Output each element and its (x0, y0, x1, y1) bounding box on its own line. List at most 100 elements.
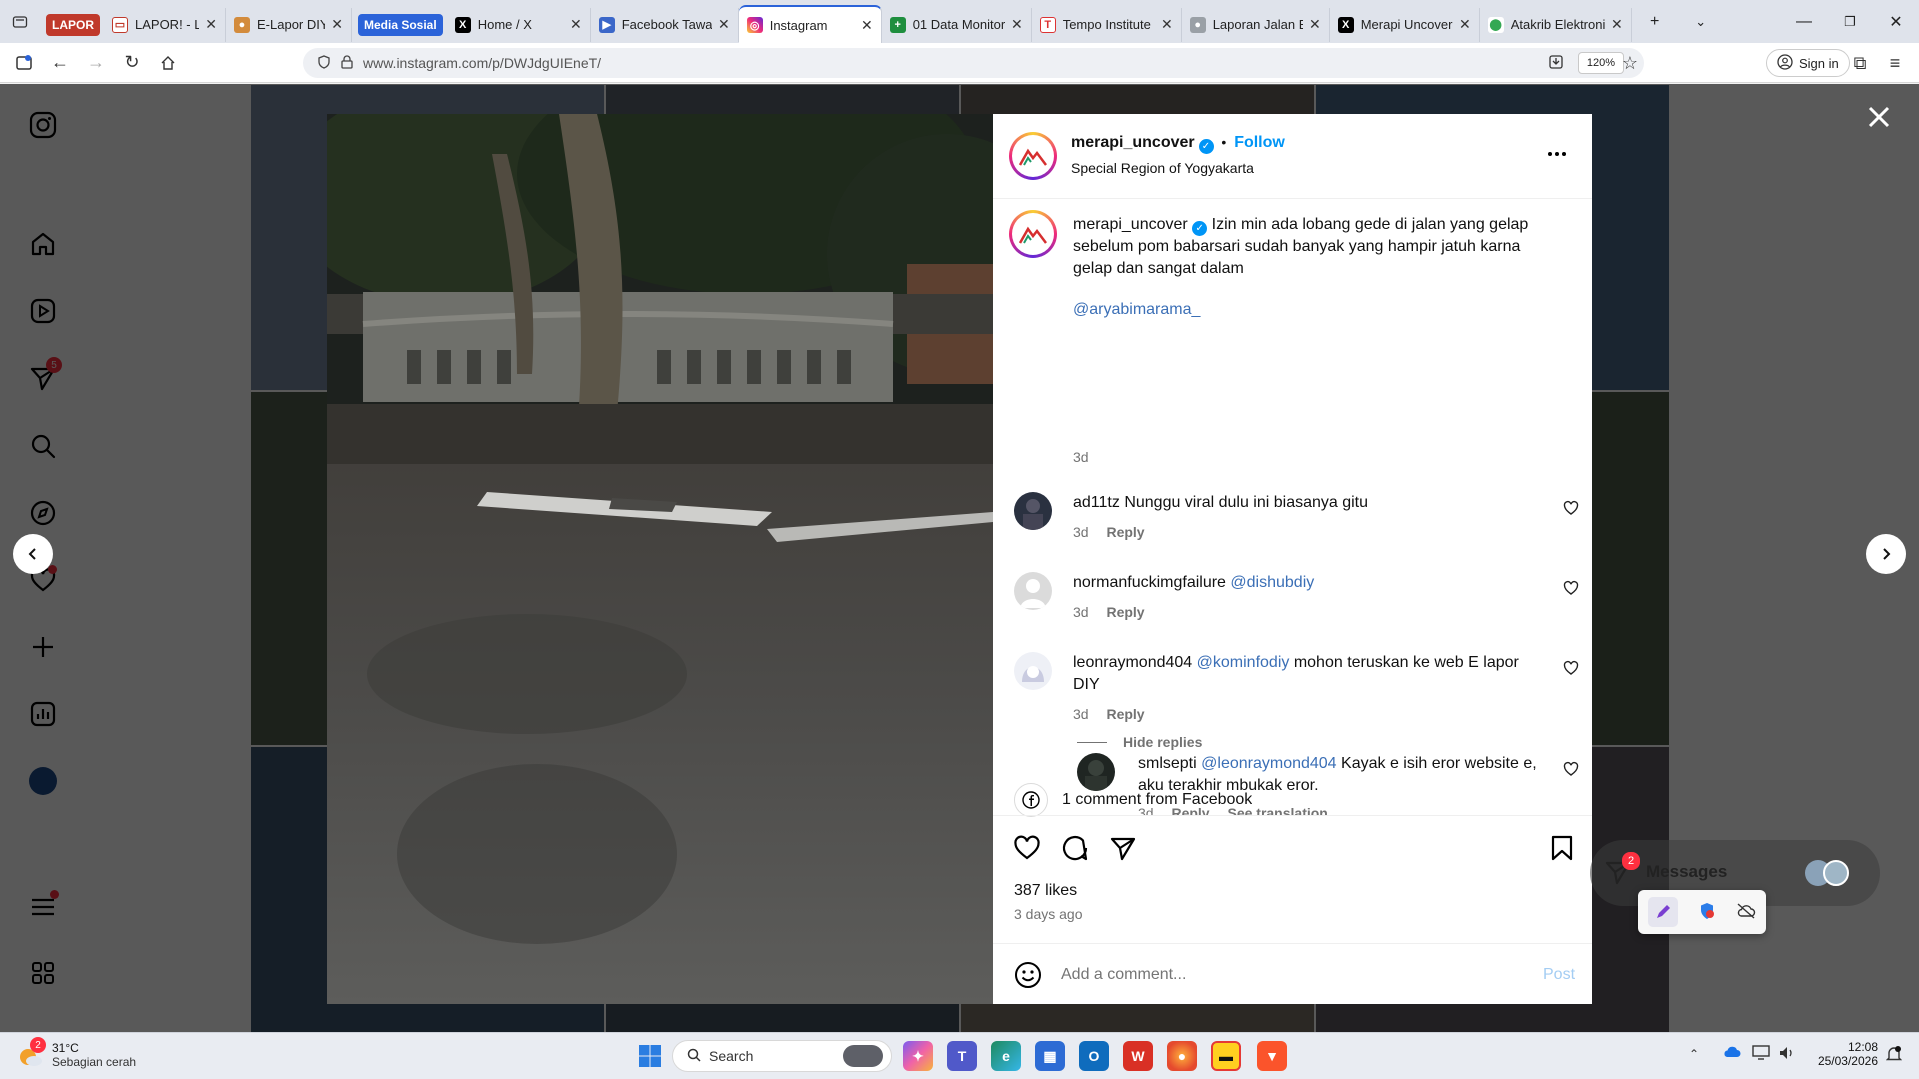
tab-close-icon[interactable]: ✕ (1161, 16, 1173, 33)
tab-group-lapor[interactable]: LAPOR (46, 13, 100, 36)
tab-group-media-sosial[interactable]: Media Sosial (358, 13, 443, 36)
author-username[interactable]: merapi_uncover (1071, 134, 1195, 151)
windows-start-icon[interactable] (635, 1041, 665, 1071)
hide-replies-toggle[interactable]: Hide replies (1077, 734, 1202, 750)
tab-facebook-tawark[interactable]: ▶ Facebook Tawark ✕ (591, 7, 739, 42)
caption-time[interactable]: 3d (1073, 449, 1089, 465)
copilot-icon[interactable]: ✦ (903, 1041, 933, 1071)
browser-menu-icon[interactable]: ≡ (1877, 45, 1913, 81)
restore-icon[interactable]: ❐ (1827, 0, 1873, 43)
tab-close-icon[interactable]: ✕ (570, 16, 582, 33)
comment-like-heart-icon[interactable] (1563, 660, 1579, 676)
tab-close-icon[interactable]: ✕ (861, 17, 873, 34)
previous-post-arrow-icon[interactable] (13, 534, 53, 574)
cloud-off-icon[interactable] (1736, 902, 1756, 922)
reply-button[interactable]: Reply (1106, 604, 1144, 620)
refresh-icon[interactable]: ↻ (114, 45, 150, 81)
tab-close-icon[interactable]: ✕ (1309, 16, 1321, 33)
post-date[interactable]: 3 days ago (1014, 906, 1083, 922)
extensions-icon[interactable]: ⧉ (1842, 45, 1878, 81)
comment-time[interactable]: 3d (1073, 604, 1089, 620)
tab-elapor-diy[interactable]: ● E-Lapor DIY - Be ✕ (226, 7, 352, 42)
reply-button[interactable]: Reply (1106, 524, 1144, 540)
tab-close-icon[interactable]: ✕ (1459, 16, 1471, 33)
caption-mention[interactable]: @aryabimarama_ (1073, 299, 1200, 321)
split-screen-icon[interactable] (6, 45, 42, 81)
brave-icon[interactable]: ▼ (1257, 1041, 1287, 1071)
tab-atakrib[interactable]: ⬤ Atakrib Elektronik ✕ (1480, 7, 1632, 42)
tab-laporan-jalan[interactable]: ● Laporan Jalan Be ✕ (1182, 7, 1330, 42)
follow-button[interactable]: Follow (1234, 134, 1285, 151)
tab-tempo-institute[interactable]: T Tempo Institute ✕ (1032, 7, 1182, 42)
tab-list-chevron-down-icon[interactable]: ⌄ (1678, 0, 1724, 43)
comment-time[interactable]: 3d (1073, 524, 1089, 540)
edge-icon[interactable]: e (991, 1041, 1021, 1071)
shield-record-icon[interactable] (1698, 902, 1716, 923)
sticky-notes-icon[interactable]: ▬ (1211, 1041, 1241, 1071)
close-modal-icon[interactable] (1864, 102, 1894, 132)
commenter-username[interactable]: leonraymond404 (1073, 654, 1192, 671)
tab-actions-menu-icon[interactable] (0, 0, 40, 43)
reply-button[interactable]: Reply (1106, 706, 1144, 722)
share-send-icon[interactable] (1109, 834, 1137, 865)
new-tab-plus-icon[interactable]: + (1632, 0, 1678, 43)
post-location[interactable]: Special Region of Yogyakarta (1071, 160, 1254, 176)
comment-time[interactable]: 3d (1073, 706, 1089, 722)
sign-in-button[interactable]: Sign in (1766, 49, 1850, 77)
wps-office-icon[interactable]: W (1123, 1041, 1153, 1071)
weather-widget[interactable]: 2 31°C Sebagian cerah (16, 1037, 136, 1069)
tab-instagram[interactable]: ◎ Instagram ✕ (738, 5, 882, 43)
tab-close-icon[interactable]: ✕ (331, 16, 343, 33)
lock-icon[interactable] (341, 54, 353, 72)
display-icon[interactable] (1752, 1045, 1770, 1064)
url-text[interactable]: www.instagram.com/p/DWJdgUIEneT/ (363, 55, 601, 71)
firefox-icon[interactable]: ● (1167, 1041, 1197, 1071)
comment-like-heart-icon[interactable] (1563, 500, 1579, 516)
back-arrow-icon[interactable]: ← (42, 45, 78, 81)
tab-close-icon[interactable]: ✕ (1611, 16, 1623, 33)
commenter-username[interactable]: normanfuckimgfailure (1073, 574, 1226, 591)
mention-link[interactable]: @leonraymond404 (1201, 755, 1336, 772)
commenter-username[interactable]: ad11tz (1073, 494, 1120, 511)
comment-input[interactable] (1061, 962, 1501, 988)
caption-username[interactable]: merapi_uncover (1073, 216, 1188, 233)
store-icon[interactable]: ▦ (1035, 1041, 1065, 1071)
caption-author-avatar[interactable] (1009, 210, 1057, 258)
mention-link[interactable]: @dishubdiy (1230, 574, 1314, 591)
onedrive-cloud-icon[interactable] (1722, 1045, 1742, 1062)
minimize-icon[interactable]: — (1781, 0, 1827, 43)
address-bar[interactable]: www.instagram.com/p/DWJdgUIEneT/ 120% (303, 48, 1644, 78)
tab-close-icon[interactable]: ✕ (205, 16, 217, 33)
commenter-avatar[interactable] (1014, 572, 1052, 610)
tab-merapi-uncover[interactable]: X Merapi Uncover ✕ (1330, 7, 1480, 42)
next-post-arrow-icon[interactable] (1866, 534, 1906, 574)
commenter-avatar[interactable] (1014, 492, 1052, 530)
comment-like-heart-icon[interactable] (1563, 580, 1579, 596)
save-bookmark-icon[interactable] (1550, 834, 1574, 865)
post-comment-button[interactable]: Post (1543, 966, 1575, 984)
taskbar-search-box[interactable]: Search (672, 1040, 892, 1072)
commenter-username[interactable]: smlsepti (1138, 755, 1197, 772)
emoji-icon[interactable] (1014, 961, 1042, 992)
mention-link[interactable]: @kominfodiy (1197, 654, 1290, 671)
like-heart-icon[interactable] (1013, 834, 1041, 865)
likes-count[interactable]: 387 likes (1014, 882, 1077, 900)
outlook-icon[interactable]: O (1079, 1041, 1109, 1071)
pen-icon[interactable] (1648, 897, 1678, 927)
notification-bell-icon[interactable] (1885, 1045, 1903, 1066)
comment-like-heart-icon[interactable] (1563, 761, 1579, 777)
author-avatar[interactable] (1009, 132, 1057, 180)
window-close-icon[interactable]: ✕ (1873, 0, 1919, 43)
save-page-icon[interactable] (1548, 54, 1564, 73)
post-photo[interactable] (327, 114, 993, 1004)
clock[interactable]: 12:08 25/03/2026 (1808, 1040, 1878, 1068)
forward-arrow-icon[interactable]: → (78, 45, 114, 81)
home-icon[interactable] (150, 45, 186, 81)
tray-overflow-chevron-icon[interactable]: ⌃ (1689, 1047, 1699, 1061)
bookmark-star-icon[interactable]: ☆ (1612, 45, 1648, 81)
more-options-icon[interactable] (1542, 142, 1572, 166)
tab-home-x[interactable]: X Home / X ✕ (447, 7, 591, 42)
tab-close-icon[interactable]: ✕ (718, 16, 730, 33)
tab-lapor[interactable]: ▭ LAPOR! - Layanan ✕ (104, 7, 226, 42)
comment-bubble-icon[interactable] (1061, 834, 1089, 865)
